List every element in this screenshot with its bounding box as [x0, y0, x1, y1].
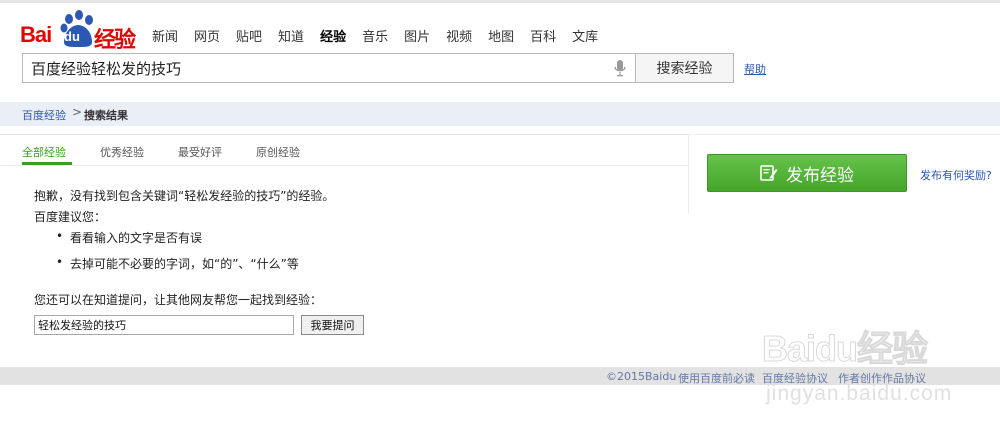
content-top-divider — [0, 134, 688, 135]
footer-copyright: ©2015Baidu — [606, 370, 677, 383]
search-button[interactable]: 搜索经验 — [635, 53, 734, 83]
microphone-icon[interactable] — [614, 60, 626, 77]
logo-bai-text: Bai — [20, 22, 52, 47]
publish-experience-button[interactable]: 发布经验 — [707, 154, 907, 192]
logo-jingyan-text: 经验 — [94, 28, 136, 53]
tabs-divider — [0, 165, 688, 166]
ask-question-input[interactable] — [34, 315, 294, 335]
breadcrumb-current: 搜索结果 — [84, 109, 128, 122]
baidu-jingyan-logo[interactable]: Bai du 经验 — [20, 10, 138, 53]
suggestion-title: 百度建议您： — [34, 210, 107, 224]
watermark-url: jingyan.baidu.com — [766, 382, 953, 405]
tab-top-rated[interactable]: 最受好评 — [178, 144, 222, 160]
tab-all[interactable]: 全部经验 — [22, 144, 66, 160]
nav-item-baike[interactable]: 百科 — [530, 26, 556, 45]
nav-item-news[interactable]: 新闻 — [152, 26, 178, 45]
publish-button-label: 发布经验 — [786, 165, 854, 186]
tab-excellent[interactable]: 优秀经验 — [100, 144, 144, 160]
nav-item-video[interactable]: 视频 — [446, 26, 472, 45]
no-results-message: 抱歉，没有找到包含关键词“轻松发经验的技巧”的经验。 — [34, 189, 335, 203]
breadcrumb-home[interactable]: 百度经验 — [22, 107, 66, 123]
breadcrumb-separator: > — [72, 105, 83, 119]
list-item: 去掉可能不必要的字词，如“的”、“什么”等 — [56, 255, 299, 272]
result-tabs: 全部经验 优秀经验 最受好评 原创经验 — [22, 144, 334, 160]
search-box — [22, 53, 636, 83]
nav-item-map[interactable]: 地图 — [488, 26, 514, 45]
list-item: 看看输入的文字是否有误 — [56, 229, 299, 246]
nav-item-zhidao[interactable]: 知道 — [278, 26, 304, 45]
help-link[interactable]: 帮助 — [744, 61, 766, 77]
breadcrumb: 百度经验 > 搜索结果 — [0, 102, 1000, 126]
edit-icon — [760, 165, 778, 181]
nav-item-wenku[interactable]: 文库 — [572, 26, 598, 45]
suggestion-list: 看看输入的文字是否有误 去掉可能不必要的字词，如“的”、“什么”等 — [56, 229, 299, 281]
reward-link[interactable]: 发布有何奖励? — [920, 167, 992, 183]
nav-item-music[interactable]: 音乐 — [362, 26, 388, 45]
footer-terms-link[interactable]: 使用百度前必读 — [678, 370, 755, 386]
watermark-brand: Baidu经验 — [761, 328, 928, 370]
nav-item-tieba[interactable]: 贴吧 — [236, 26, 262, 45]
nav-item-web[interactable]: 网页 — [194, 26, 220, 45]
logo-du-text: du — [64, 29, 80, 44]
nav-item-images[interactable]: 图片 — [404, 26, 430, 45]
ask-prompt: 您还可以在知道提问，让其他网友帮您一起找到经验： — [34, 293, 323, 307]
top-nav: 新闻 网页 贴吧 知道 经验 音乐 图片 视频 地图 百科 文库 — [152, 26, 614, 45]
ask-question-button[interactable]: 我要提问 — [301, 315, 364, 335]
tab-original[interactable]: 原创经验 — [256, 144, 300, 160]
nav-item-jingyan[interactable]: 经验 — [320, 26, 346, 45]
watermark: Baidu经验 jingyan.baidu.com — [758, 320, 998, 420]
top-border — [0, 0, 1000, 3]
search-input[interactable] — [23, 54, 603, 82]
